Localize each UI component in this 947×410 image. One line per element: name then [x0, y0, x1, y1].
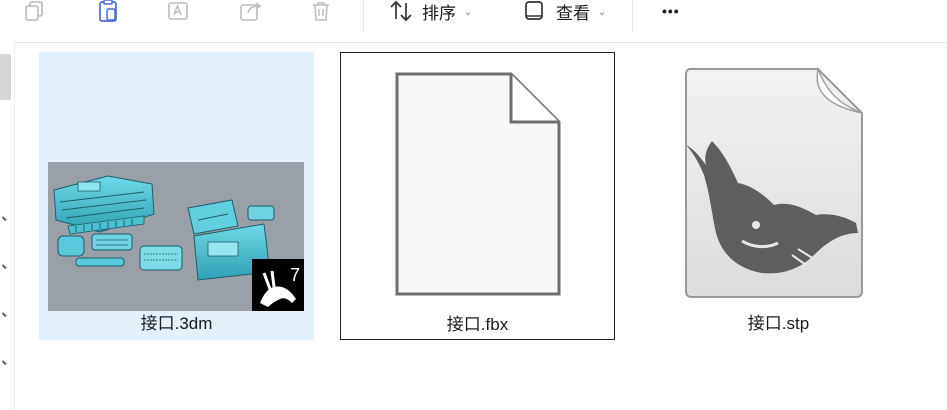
file-item-fbx[interactable]: 接口.fbx — [340, 52, 615, 340]
file-name: 接口.fbx — [446, 315, 509, 334]
file-name: 接口.3dm — [140, 314, 213, 333]
rhino-file-icon — [685, 66, 863, 298]
command-bar: 排序 ⌄ 查看 ⌄ ••• — [0, 0, 947, 43]
pin-icon[interactable] — [0, 310, 9, 319]
share-icon[interactable] — [236, 0, 266, 24]
sort-button[interactable]: 排序 ⌄ — [422, 0, 472, 24]
more-options-button[interactable]: ••• — [662, 0, 680, 24]
chevron-down-icon: ⌄ — [464, 6, 473, 18]
nav-scrollbar-thumb[interactable] — [0, 54, 11, 100]
chevron-down-icon: ⌄ — [598, 6, 607, 18]
file-item-stp[interactable]: 接口.stp — [641, 52, 916, 340]
pin-icon[interactable] — [0, 358, 9, 367]
sort-label: 排序 — [422, 3, 456, 23]
more-icon: ••• — [662, 3, 680, 19]
3d-model-thumbnail: 7 — [48, 162, 304, 311]
navigation-pane-edge — [0, 42, 15, 410]
view-icon — [519, 0, 549, 24]
view-label: 查看 — [556, 3, 590, 23]
sort-icon — [386, 0, 416, 24]
delete-icon[interactable] — [306, 0, 336, 24]
paste-icon[interactable] — [93, 0, 123, 24]
pin-icon[interactable] — [0, 262, 9, 271]
rename-icon[interactable] — [164, 0, 194, 24]
pin-icon[interactable] — [0, 214, 9, 223]
rhino-version-text: 7 — [290, 265, 300, 285]
rhino-7-badge: 7 — [252, 259, 304, 311]
file-item-3dm[interactable]: 7 接口.3dm — [39, 52, 314, 340]
document-icon — [395, 72, 561, 296]
copy-icon[interactable] — [20, 0, 50, 24]
toolbar-separator — [632, 0, 633, 32]
file-name: 接口.stp — [747, 314, 810, 333]
view-button[interactable]: 查看 ⌄ — [556, 0, 606, 24]
toolbar-separator — [363, 0, 364, 32]
